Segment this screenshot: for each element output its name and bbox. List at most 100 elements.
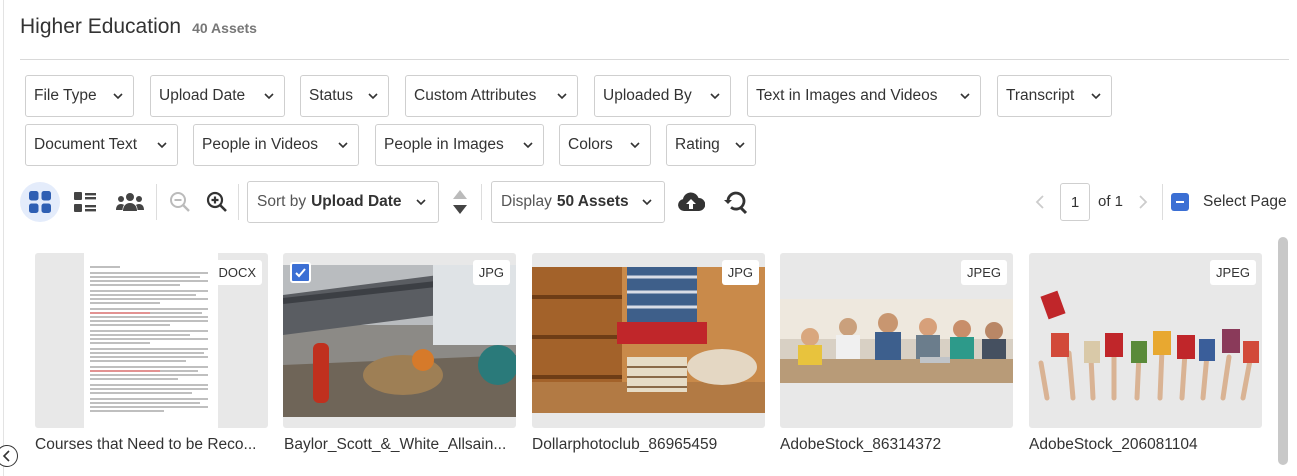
file-type-badge: JPEG [1210,260,1256,285]
select-page-label[interactable]: Select Page [1203,193,1287,211]
grid-view-icon [29,191,51,213]
filter-custom-attributes[interactable]: Custom Attributes [405,75,578,117]
filter-label: Uploaded By [603,87,692,104]
vertical-scrollbar[interactable] [1278,237,1288,465]
filter-people-in-images[interactable]: People in Images [375,124,544,166]
filter-label: Colors [568,136,613,153]
chevron-down-icon [960,93,970,100]
filter-label: People in Images [384,136,504,153]
sort-select[interactable]: Sort by Upload Date [247,181,439,223]
sort-prefix: Sort by [257,193,307,210]
toolbar-divider [481,184,482,220]
filter-status[interactable]: Status [300,75,389,117]
filter-label: Text in Images and Videos [756,87,938,104]
filter-rating[interactable]: Rating [666,124,756,166]
grid-view-button[interactable] [20,182,60,222]
asset-card[interactable]: JPEG [1029,253,1262,428]
document-thumbnail [84,253,218,428]
chevron-down-icon [523,142,533,149]
file-type-badge: JPG [721,260,759,285]
filter-transcript[interactable]: Transcript [997,75,1112,117]
page-number-input[interactable]: 1 [1060,183,1090,221]
chevron-left-icon [1035,195,1044,209]
filter-label: Transcript [1006,87,1075,104]
select-page-checkbox[interactable] [1171,193,1189,211]
filter-upload-date[interactable]: Upload Date [150,75,285,117]
display-value: 50 Assets [556,193,629,210]
chevron-down-icon [710,93,720,100]
chevron-down-icon [264,93,274,100]
next-page-button[interactable] [1136,192,1150,212]
filter-label: People in Videos [202,136,319,153]
cloud-upload-icon [678,192,705,211]
checkmark-icon [295,268,306,278]
sort-direction-icon [453,190,467,214]
chevron-down-icon [1091,93,1101,100]
file-type-badge: JPEG [961,260,1007,285]
asset-thumbnail-image [532,267,765,413]
filter-people-in-videos[interactable]: People in Videos [193,124,359,166]
asset-thumbnail-image [780,299,1013,383]
chevron-right-icon [1139,195,1148,209]
filter-text-in-images[interactable]: Text in Images and Videos [747,75,981,117]
refresh-search-icon [724,191,748,215]
collapse-panel-button[interactable] [0,445,18,467]
sort-value: Upload Date [311,193,402,210]
chevron-down-icon [630,142,640,149]
asset-name[interactable]: Dollarphotoclub_86965459 [532,436,717,454]
list-view-icon [74,192,96,212]
asset-name[interactable]: AdobeStock_206081104 [1029,436,1198,454]
minus-icon [1176,201,1184,203]
asset-thumbnail-image [283,265,516,417]
toolbar-divider [156,184,157,220]
asset-name[interactable]: Baylor_Scott_&_White_Allsain... [284,436,506,454]
file-type-badge: DOCX [212,260,262,285]
filter-label: Upload Date [159,87,246,104]
upload-button[interactable] [677,188,705,216]
display-count-select[interactable]: Display 50 Assets [491,181,665,223]
page-total: of 1 [1098,193,1124,210]
asset-card[interactable]: DOCX [35,253,268,428]
asset-count: 40 Assets [192,20,257,36]
chevron-down-icon [416,199,426,206]
filter-label: File Type [34,87,97,104]
people-icon [116,193,144,211]
filter-colors[interactable]: Colors [559,124,651,166]
asset-card[interactable]: JPG [532,253,765,428]
previous-page-button[interactable] [1033,192,1047,212]
asset-name[interactable]: AdobeStock_86314372 [780,436,941,454]
zoom-in-icon [206,191,227,212]
document-preview [90,266,208,412]
people-view-button[interactable] [115,188,145,216]
list-view-button[interactable] [72,188,98,216]
chevron-down-icon [735,142,745,149]
chevron-down-icon [642,199,652,206]
zoom-out-button[interactable] [168,190,192,214]
chevron-down-icon [338,142,348,149]
filter-label: Status [309,87,353,104]
filter-label: Rating [675,136,720,153]
asset-card[interactable]: JPG [283,253,516,428]
page-title: Higher Education [20,15,182,38]
filter-document-text[interactable]: Document Text [25,124,178,166]
chevron-down-icon [557,93,567,100]
asset-name[interactable]: Courses that Need to be Reco... [35,436,256,454]
sort-direction-button[interactable] [450,186,470,218]
asset-select-checkbox[interactable] [290,262,311,283]
chevron-left-icon [2,450,10,462]
zoom-in-button[interactable] [205,190,229,214]
filter-label: Document Text [34,136,138,153]
filter-uploaded-by[interactable]: Uploaded By [594,75,731,117]
file-type-badge: JPG [472,260,510,285]
header-divider [20,59,1289,60]
visual-search-button[interactable] [722,188,750,216]
chevron-down-icon [368,93,378,100]
toolbar-divider [238,184,239,220]
asset-thumbnail-image [1029,283,1262,401]
filter-file-type[interactable]: File Type [25,75,134,117]
display-prefix: Display [501,193,552,210]
chevron-down-icon [113,93,123,100]
left-divider [3,0,4,476]
filter-label: Custom Attributes [414,87,537,104]
asset-card[interactable]: JPEG [780,253,1013,428]
